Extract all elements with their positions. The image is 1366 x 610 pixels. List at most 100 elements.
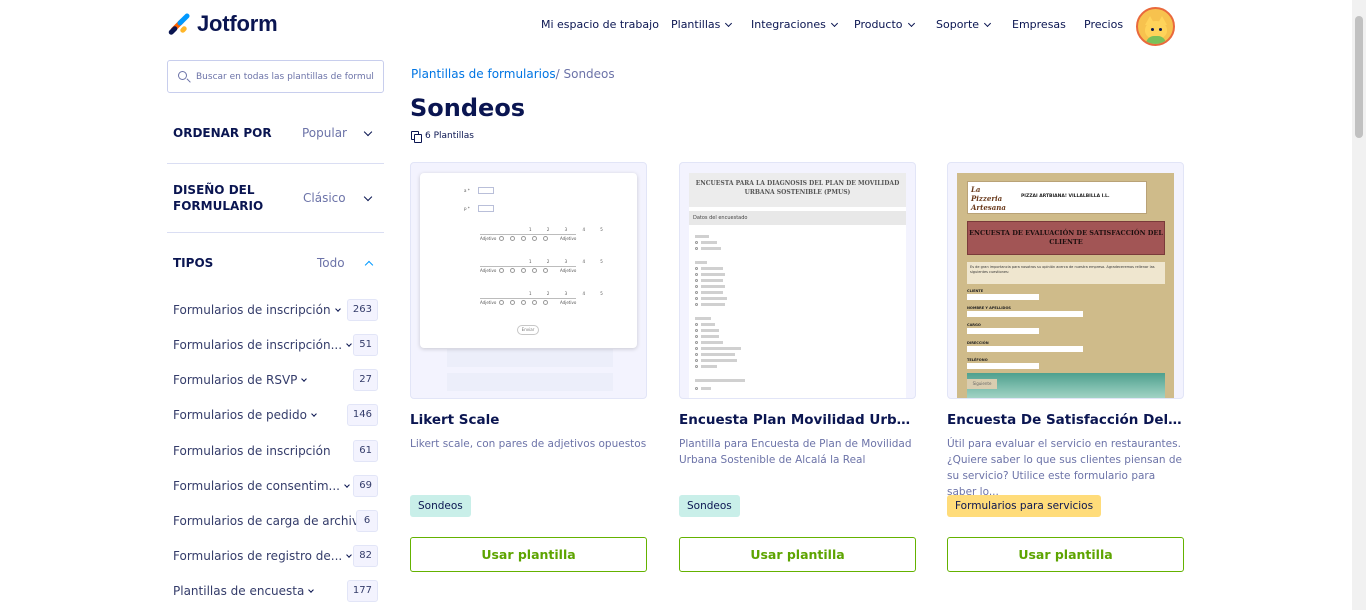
preview-line	[701, 303, 725, 306]
count-badge: 27	[353, 369, 378, 391]
count-badge: 69	[353, 475, 378, 497]
radio-preview	[695, 297, 698, 300]
divider	[167, 232, 384, 233]
design-title: DISEÑO DEL FORMULARIO	[173, 183, 264, 213]
chevron-down-icon	[363, 192, 373, 202]
radio-preview	[695, 303, 698, 306]
chevron-down-icon	[907, 19, 915, 27]
template-preview[interactable]: La Pizzeria Artesana PIZZAI ARTBIANA! VI…	[947, 162, 1184, 399]
radio-preview	[695, 335, 698, 338]
nav-pricing[interactable]: Precios	[1084, 18, 1123, 31]
chevron-down-icon	[301, 376, 308, 382]
count-badge: 263	[346, 299, 378, 321]
nav-my-workspace[interactable]: Mi espacio de trabajo	[541, 18, 659, 31]
count-badge: 51	[353, 334, 378, 356]
card-description: Likert scale, con pares de adjetivos opu…	[410, 438, 647, 450]
preview-line	[701, 359, 737, 362]
category-tag[interactable]: Sondeos	[679, 495, 740, 517]
preview-line	[701, 279, 723, 282]
count-badge: 177	[346, 580, 378, 602]
type-item[interactable]: Formularios de carga de archivo 6	[173, 510, 378, 534]
count-badge: 61	[353, 440, 378, 462]
divider	[167, 163, 384, 164]
search-input[interactable]	[196, 68, 378, 86]
preview-line	[701, 323, 715, 326]
design-value: Clásico	[303, 191, 346, 205]
preview-line	[701, 297, 727, 300]
template-preview[interactable]: ENCUESTA PARA LA DIAGNOSIS DEL PLAN DE M…	[679, 162, 916, 399]
card-title[interactable]: Likert Scale	[410, 412, 647, 428]
template-preview[interactable]: a * p * 1 2 3 4 5 Adjetivo Adjetivo 1 2 3 …	[410, 162, 647, 399]
breadcrumb: Plantillas de formularios/ Sondeos	[411, 67, 615, 81]
breadcrumb-link[interactable]: Plantillas de formularios	[411, 67, 556, 81]
nav-support[interactable]: Soporte	[936, 18, 992, 31]
types-filter[interactable]: TIPOS Todo	[173, 255, 383, 275]
chevron-down-icon	[725, 19, 733, 27]
type-item[interactable]: Formularios de consentim... 69	[173, 475, 378, 499]
card-title[interactable]: Encuesta De Satisfacción Del Clie...	[947, 412, 1184, 428]
preview-line	[701, 365, 717, 368]
scroll-thumb[interactable]	[1355, 16, 1363, 138]
chevron-down-icon	[830, 19, 838, 27]
preview-line	[701, 341, 723, 344]
chevron-up-icon	[364, 260, 374, 270]
radio-preview	[695, 387, 698, 390]
chevron-down-icon	[308, 587, 315, 593]
encuesta-form-preview: ENCUESTA PARA LA DIAGNOSIS DEL PLAN DE M…	[689, 173, 906, 398]
radio-preview	[695, 291, 698, 294]
card-description: Plantilla para Encuesta de Plan de Movil…	[679, 438, 912, 466]
page-scrollbar[interactable]	[1352, 0, 1366, 610]
sort-filter[interactable]: ORDENAR POR Popular	[173, 125, 383, 145]
nav-integrations[interactable]: Integraciones	[751, 18, 838, 31]
pizzeria-logo: La Pizzeria Artesana	[971, 185, 1006, 212]
chevron-down-icon	[346, 341, 352, 347]
radio-preview	[695, 273, 698, 276]
nav-enterprise[interactable]: Empresas	[1012, 18, 1066, 31]
types-title: TIPOS	[173, 256, 214, 270]
types-value: Todo	[317, 256, 345, 270]
card-title[interactable]: Encuesta Plan Movilidad Urbana ...	[679, 412, 916, 428]
category-tag[interactable]: Sondeos	[410, 495, 471, 517]
use-template-button[interactable]: Usar plantilla	[410, 537, 647, 572]
radio-preview	[695, 359, 698, 362]
type-item[interactable]: Formularios de inscripción 61	[173, 440, 378, 464]
jotform-logo[interactable]: Jotform	[167, 11, 278, 37]
preview-line	[701, 353, 735, 356]
sort-title: ORDENAR POR	[173, 126, 272, 140]
use-template-button[interactable]: Usar plantilla	[679, 537, 916, 572]
design-filter[interactable]: DISEÑO DEL FORMULARIO Clásico	[173, 182, 383, 216]
top-navigation: Jotform Mi espacio de trabajo Plantillas…	[0, 0, 1352, 52]
use-template-button[interactable]: Usar plantilla	[947, 537, 1184, 572]
preview-line	[695, 379, 745, 382]
category-tag[interactable]: Formularios para servicios	[947, 495, 1102, 517]
preview-line	[701, 347, 741, 350]
page-title: Sondeos	[410, 94, 526, 122]
type-item[interactable]: Formularios de pedido 146	[173, 404, 378, 428]
pizzeria-form-preview: La Pizzeria Artesana PIZZAI ARTBIANA! VI…	[957, 173, 1174, 398]
preview-line	[695, 235, 709, 238]
likert-form-preview: a * p * 1 2 3 4 5 Adjetivo Adjetivo 1 2 3 …	[420, 173, 637, 348]
type-item[interactable]: Formularios de inscripción... 51	[173, 334, 378, 358]
radio-preview	[695, 241, 698, 244]
template-search	[167, 60, 384, 93]
preview-line	[701, 387, 711, 390]
chevron-down-icon	[346, 552, 353, 558]
preview-line	[701, 285, 725, 288]
nav-product[interactable]: Producto	[854, 18, 915, 31]
chevron-down-icon	[311, 411, 317, 417]
type-item[interactable]: Formularios de inscripción 263	[173, 299, 378, 323]
nav-templates[interactable]: Plantillas	[671, 18, 733, 31]
chevron-down-icon	[983, 19, 992, 27]
user-avatar[interactable]	[1136, 7, 1175, 46]
chevron-down-icon	[344, 482, 350, 488]
type-item[interactable]: Formularios de registro de... 82	[173, 545, 378, 569]
preview-line	[701, 335, 719, 338]
radio-preview	[695, 341, 698, 344]
preview-line	[701, 247, 721, 250]
radio-preview	[695, 247, 698, 250]
type-item[interactable]: Formularios de RSVP 27	[173, 369, 378, 393]
type-item[interactable]: Plantillas de encuesta 177	[173, 580, 378, 604]
radio-preview	[695, 353, 698, 356]
preview-line	[701, 329, 719, 332]
search-icon	[178, 71, 187, 80]
